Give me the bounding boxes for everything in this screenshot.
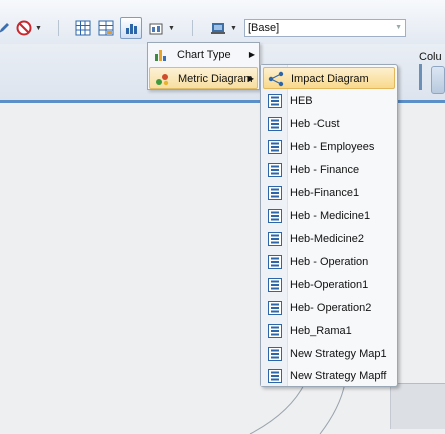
strategy-map-icon <box>267 300 283 316</box>
menu-item-strategy-map[interactable]: Heb-Finance1 <box>263 182 395 204</box>
metric-diagram-submenu: Impact Diagram HEB Heb -Cust Heb - Emplo… <box>260 64 398 387</box>
chart-view-button[interactable] <box>120 17 142 39</box>
menu-item-label: Heb - Medicine1 <box>290 210 371 222</box>
menu-item-strategy-map[interactable]: Heb_Rama1 <box>263 320 395 342</box>
menu-item-label: Heb_Rama1 <box>290 325 352 337</box>
strategy-map-icon <box>267 93 283 109</box>
menu-item-strategy-map[interactable]: Heb-Operation1 <box>263 274 395 296</box>
submenu-arrow-icon: ▶ <box>247 74 254 83</box>
menu-item-label: Metric Diagram <box>178 73 253 85</box>
menu-item-label: Heb - Employees <box>290 141 375 153</box>
menu-item-label: Heb-Medicine2 <box>290 233 364 245</box>
no-entry-icon[interactable] <box>14 18 34 38</box>
strategy-map-icon <box>267 231 283 247</box>
strategy-map-icon <box>267 368 283 384</box>
menu-item-strategy-map[interactable]: Heb - Employees <box>263 136 395 158</box>
baseline-combo[interactable]: [Base] ▼ <box>244 19 406 37</box>
strategy-map-icon <box>267 346 283 362</box>
impact-diagram-icon <box>268 71 284 87</box>
menu-item-label: Heb -Cust <box>290 118 340 130</box>
submenu-arrow-icon: ▶ <box>248 50 255 59</box>
chevron-down-icon[interactable]: ▼ <box>35 25 42 32</box>
menu-item-label: Chart Type <box>177 49 231 61</box>
toolbar-divider <box>58 20 59 36</box>
menu-item-metric-diagram[interactable]: Metric Diagram ▶ <box>149 67 258 89</box>
menu-item-strategy-map[interactable]: New Strategy Map1 <box>263 343 395 365</box>
toolbar: ▼ ▼ ▼ [Base] ▼ <box>0 0 445 45</box>
strategy-map-icon <box>267 277 283 293</box>
column-label: Colu <box>419 51 442 63</box>
menu-item-label: Heb-Finance1 <box>290 187 360 199</box>
diagram-view-icon[interactable] <box>146 18 166 38</box>
side-panel <box>390 383 445 429</box>
chart-type-icon <box>154 48 168 62</box>
layer-icon[interactable] <box>208 18 228 38</box>
strategy-map-icon <box>267 139 283 155</box>
menu-item-label: Heb-Operation1 <box>290 279 369 291</box>
chevron-down-icon[interactable]: ▼ <box>230 25 237 32</box>
grid-view-icon[interactable] <box>73 18 93 38</box>
edit-icon[interactable] <box>0 18 14 38</box>
menu-item-strategy-map[interactable]: Heb -Cust <box>263 113 395 135</box>
menu-item-strategy-map[interactable]: Heb - Operation <box>263 251 395 273</box>
menu-item-label: HEB <box>290 95 313 107</box>
menu-item-label: Heb - Operation <box>290 256 369 268</box>
table-chart-icon[interactable] <box>96 18 116 38</box>
menu-item-label: New Strategy Mapff <box>290 370 387 382</box>
menu-item-label: Heb- Operation2 <box>290 302 372 314</box>
menu-item-strategy-map[interactable]: Heb - Finance <box>263 159 395 181</box>
strategy-map-icon <box>267 162 283 178</box>
strategy-map-icon <box>267 208 283 224</box>
strategy-map-icon <box>267 254 283 270</box>
chevron-down-icon[interactable]: ▼ <box>168 25 175 32</box>
chevron-down-icon[interactable]: ▼ <box>395 20 402 36</box>
menu-item-label: Impact Diagram <box>291 73 369 85</box>
combo-value: [Base] <box>248 22 280 34</box>
menu-item-chart-type[interactable]: Chart Type ▶ <box>149 44 258 66</box>
strategy-map-icon <box>267 116 283 132</box>
context-menu: Chart Type ▶ Metric Diagram ▶ <box>147 42 260 90</box>
menu-item-strategy-map[interactable]: HEB <box>263 90 395 112</box>
metric-diagram-icon <box>155 72 169 86</box>
menu-item-label: Heb - Finance <box>290 164 360 176</box>
menu-item-strategy-map[interactable]: Heb- Operation2 <box>263 297 395 319</box>
column-icon[interactable] <box>431 66 445 94</box>
toolbar-divider <box>192 20 193 36</box>
menu-item-strategy-map[interactable]: Heb-Medicine2 <box>263 228 395 250</box>
ribbon-divider <box>419 64 422 90</box>
menu-item-impact-diagram[interactable]: Impact Diagram <box>263 67 395 89</box>
strategy-map-icon <box>267 323 283 339</box>
menu-item-strategy-map[interactable]: Heb - Medicine1 <box>263 205 395 227</box>
menu-item-strategy-map[interactable]: New Strategy Mapff <box>263 365 395 387</box>
menu-item-label: New Strategy Map1 <box>290 348 387 360</box>
strategy-map-icon <box>267 185 283 201</box>
